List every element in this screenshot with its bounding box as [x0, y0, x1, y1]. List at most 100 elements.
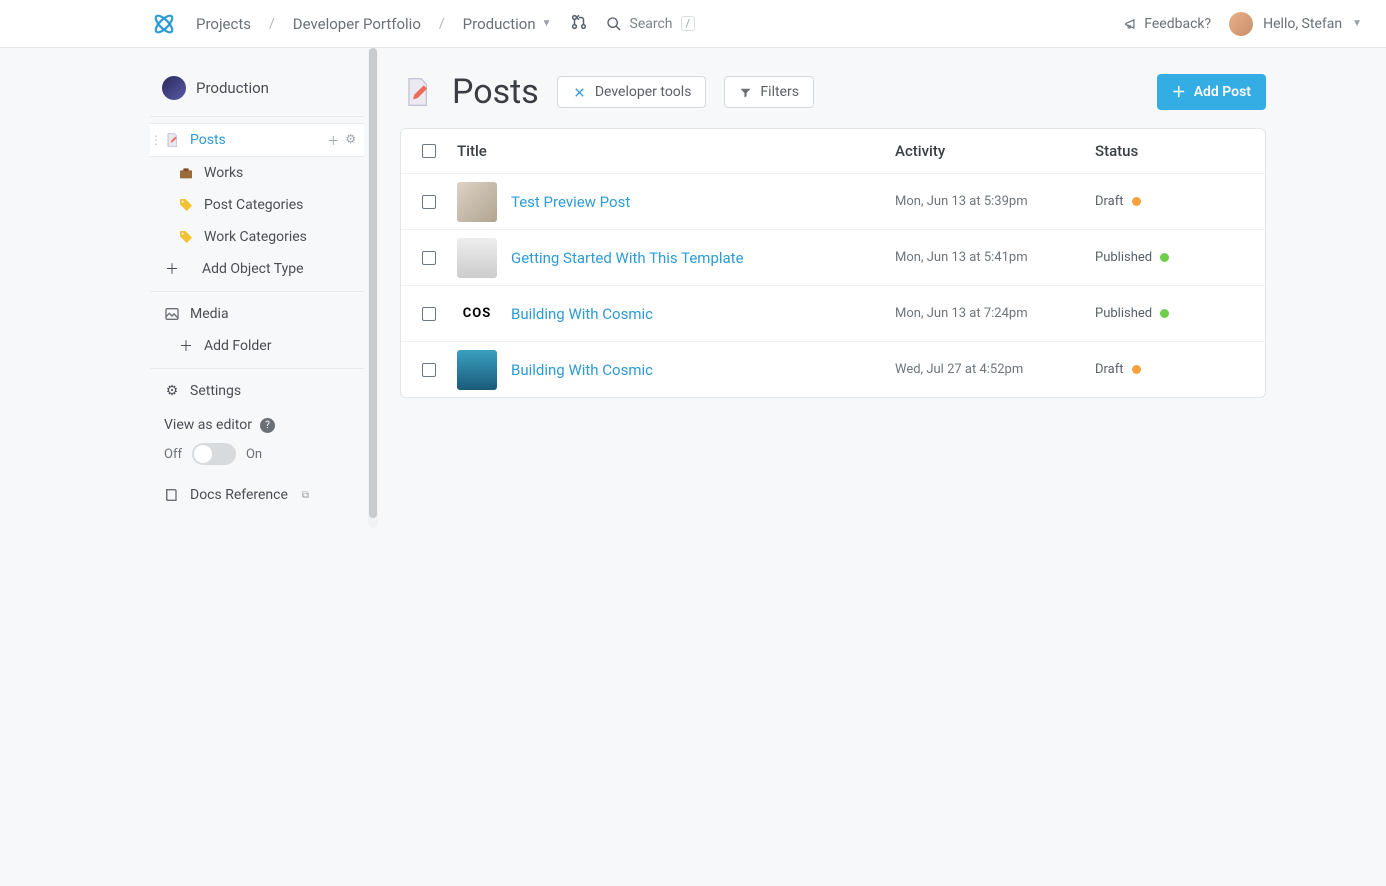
row-checkbox[interactable] [422, 307, 436, 321]
sidebar-item-settings[interactable]: ⚙ Settings [150, 375, 364, 407]
table-row[interactable]: Test Preview Post Mon, Jun 13 at 5:39pmDr… [401, 173, 1265, 229]
posts-table: Title Activity Status Test Preview Post M… [400, 128, 1266, 398]
sidebar-bucket[interactable]: Production [150, 76, 364, 116]
status-dot-icon [1160, 309, 1169, 318]
row-activity: Mon, Jun 13 at 5:39pm [895, 194, 1095, 209]
sidebar-item-label: Posts [190, 132, 226, 148]
megaphone-icon [1124, 17, 1138, 31]
table-row[interactable]: COS Building With Cosmic Mon, Jun 13 at 7:… [401, 285, 1265, 341]
status-dot-icon [1132, 197, 1141, 206]
sidebar-add-object-type[interactable]: ＋ Add Object Type [150, 253, 364, 285]
view-editor-toggle[interactable] [192, 443, 236, 465]
pull-request-icon[interactable] [570, 13, 588, 35]
sidebar-item-post-categories[interactable]: Post Categories [150, 189, 364, 221]
row-thumbnail [457, 238, 497, 278]
sidebar-item-label: Media [190, 306, 229, 322]
sidebar: Production ⋮⋮ Posts ＋ ⚙ Works [150, 48, 364, 528]
row-title-link[interactable]: Getting Started With This Template [511, 249, 744, 267]
sidebar-item-posts[interactable]: ⋮⋮ Posts ＋ ⚙ [150, 123, 364, 157]
search-label: Search [630, 16, 673, 32]
row-title-link[interactable]: Building With Cosmic [511, 361, 653, 379]
sidebar-scrollbar[interactable] [368, 48, 378, 528]
row-activity: Mon, Jun 13 at 5:41pm [895, 250, 1095, 265]
breadcrumb-separator: / [439, 16, 445, 32]
row-checkbox[interactable] [422, 195, 436, 209]
drag-handle-icon[interactable]: ⋮⋮ [150, 133, 174, 147]
greeting-text: Hello, Stefan [1263, 16, 1342, 32]
app-logo-icon [150, 10, 178, 38]
breadcrumb-env[interactable]: Production ▼ [463, 15, 552, 33]
select-all-checkbox[interactable] [422, 144, 436, 158]
row-activity: Wed, Jul 27 at 4:52pm [895, 362, 1095, 377]
topbar: Projects / Developer Portfolio / Product… [0, 0, 1386, 48]
col-title[interactable]: Title [457, 142, 895, 160]
gear-icon: ⚙ [164, 383, 180, 399]
search-icon [606, 16, 622, 32]
row-checkbox[interactable] [422, 363, 436, 377]
row-status: Published [1095, 250, 1265, 265]
posts-page-icon [400, 75, 434, 109]
row-status: Draft [1095, 362, 1265, 377]
sidebar-item-label: Add Folder [204, 338, 271, 354]
row-status: Published [1095, 306, 1265, 321]
chevron-down-icon: ▼ [1352, 18, 1362, 29]
status-dot-icon [1160, 253, 1169, 262]
image-icon [164, 306, 180, 322]
table-header: Title Activity Status [401, 129, 1265, 173]
sidebar-item-label: Docs Reference [190, 487, 288, 503]
filters-button[interactable]: Filters [724, 76, 814, 108]
sidebar-item-media[interactable]: Media [150, 298, 364, 330]
row-activity: Mon, Jun 13 at 7:24pm [895, 306, 1095, 321]
row-checkbox[interactable] [422, 251, 436, 265]
sidebar-add-folder[interactable]: ＋ Add Folder [150, 330, 364, 362]
plus-icon: ＋ [178, 338, 194, 354]
row-title-link[interactable]: Test Preview Post [511, 193, 630, 211]
toggle-off-label: Off [164, 447, 182, 462]
sidebar-item-works[interactable]: Works [150, 157, 364, 189]
user-menu[interactable]: Hello, Stefan ▼ [1229, 12, 1362, 36]
tools-icon [572, 85, 587, 100]
sidebar-item-work-categories[interactable]: Work Categories [150, 221, 364, 253]
row-thumbnail [457, 182, 497, 222]
page-title: Posts [452, 72, 539, 112]
row-thumbnail [457, 350, 497, 390]
help-icon[interactable]: ? [260, 418, 275, 433]
main: Posts Developer tools Filters ＋ Add Post… [378, 48, 1386, 528]
table-row[interactable]: Building With Cosmic Wed, Jul 27 at 4:52p… [401, 341, 1265, 397]
book-icon [164, 487, 180, 503]
breadcrumb-projects[interactable]: Projects [196, 15, 251, 33]
avatar [1229, 12, 1253, 36]
row-thumbnail: COS [457, 294, 497, 334]
search-shortcut: / [681, 16, 696, 31]
status-dot-icon [1132, 365, 1141, 374]
table-row[interactable]: Getting Started With This Template Mon, J… [401, 229, 1265, 285]
gear-icon[interactable]: ⚙ [345, 132, 356, 149]
filter-icon [739, 86, 752, 99]
tag-icon [178, 197, 194, 213]
add-icon[interactable]: ＋ [327, 132, 339, 149]
row-status: Draft [1095, 194, 1265, 209]
chevron-down-icon: ▼ [542, 18, 552, 29]
toggle-on-label: On [246, 447, 262, 462]
col-status[interactable]: Status [1095, 142, 1265, 160]
col-activity[interactable]: Activity [895, 142, 1095, 160]
view-as-editor-label: View as editor ? [150, 407, 364, 439]
plus-icon: ＋ [164, 261, 180, 277]
sidebar-item-label: Settings [190, 383, 241, 399]
sidebar-item-docs[interactable]: Docs Reference ⧉ [150, 479, 364, 511]
add-post-button[interactable]: ＋ Add Post [1157, 74, 1266, 110]
search-button[interactable]: Search / [606, 16, 696, 32]
external-link-icon: ⧉ [302, 490, 309, 501]
bucket-icon [162, 76, 186, 100]
sidebar-item-label: Work Categories [204, 229, 307, 245]
sidebar-item-label: Works [204, 165, 243, 181]
developer-tools-button[interactable]: Developer tools [557, 76, 707, 108]
breadcrumb-separator: / [269, 16, 275, 32]
briefcase-icon [178, 165, 194, 181]
feedback-link[interactable]: Feedback? [1124, 16, 1211, 32]
breadcrumb-project[interactable]: Developer Portfolio [293, 15, 421, 33]
tag-icon [178, 229, 194, 245]
bucket-label: Production [196, 79, 269, 97]
row-title-link[interactable]: Building With Cosmic [511, 305, 653, 323]
sidebar-item-label: Add Object Type [202, 261, 304, 277]
